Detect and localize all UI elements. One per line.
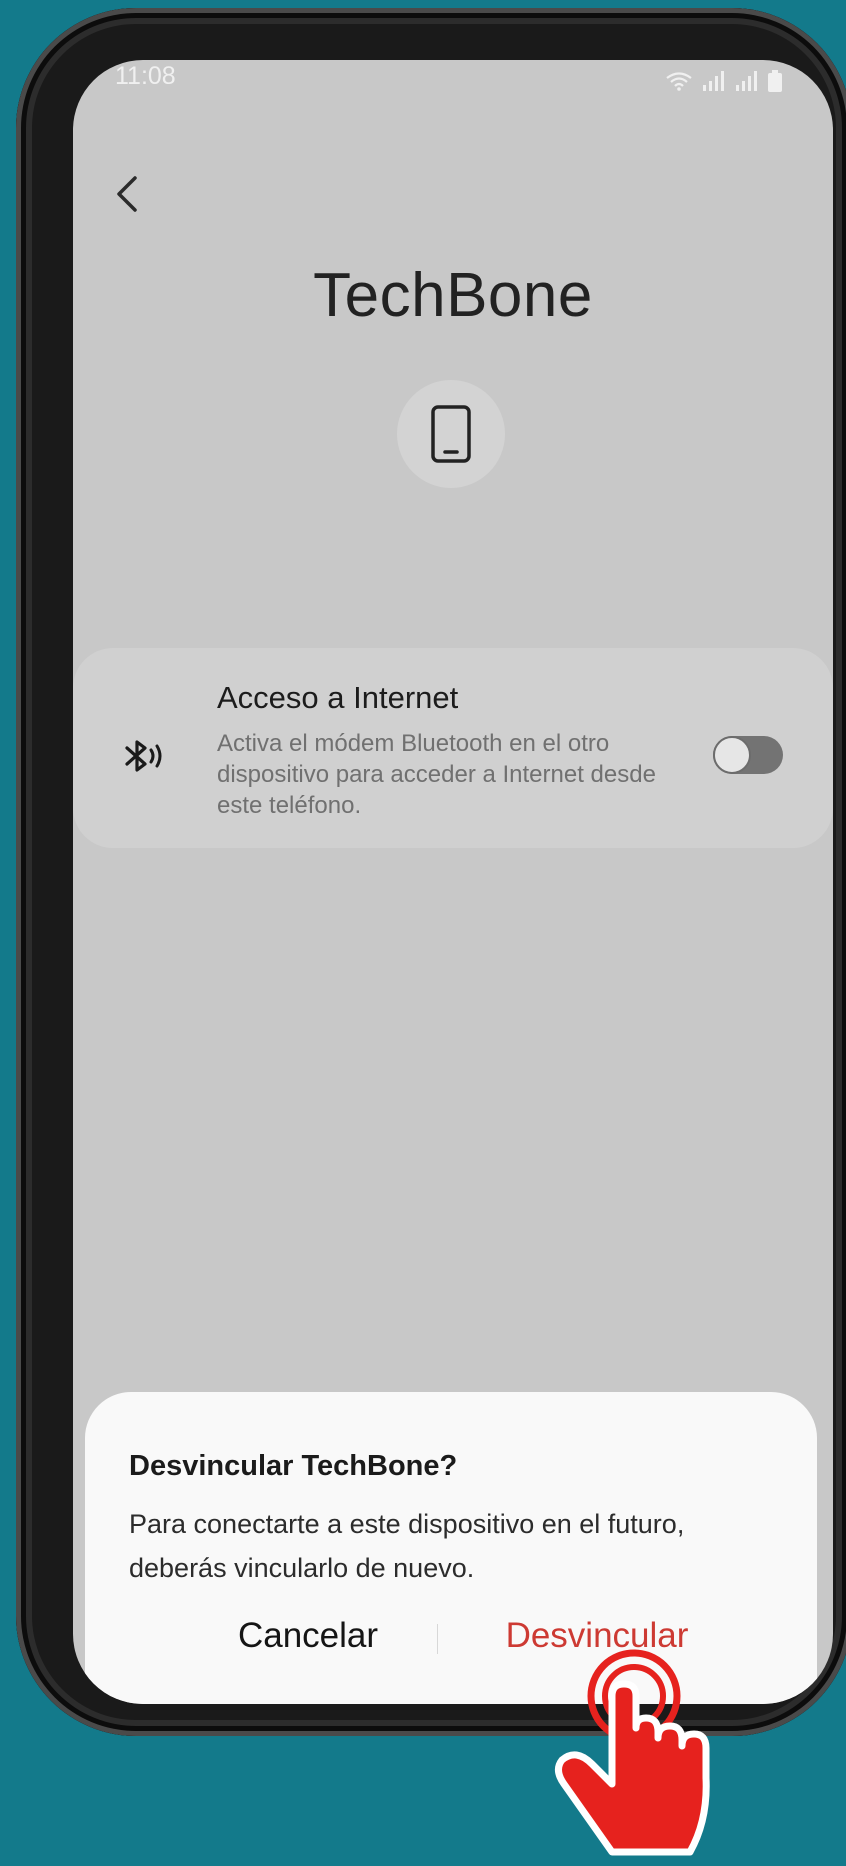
signal-icon xyxy=(703,71,724,91)
wifi-icon xyxy=(666,72,692,91)
back-button[interactable] xyxy=(101,164,161,224)
device-avatar xyxy=(397,380,505,488)
internet-access-toggle[interactable] xyxy=(713,736,783,774)
battery-icon xyxy=(768,70,782,92)
page-title: TechBone xyxy=(313,261,593,330)
dialog-message: Para conectarte a este dispositivo en el… xyxy=(129,1509,685,1583)
phone-screen: 11:08 TechBone Acceso a Internet Activa … xyxy=(73,60,833,1704)
button-divider xyxy=(437,1624,438,1654)
smartphone-icon xyxy=(431,405,471,463)
tap-pointer-icon xyxy=(555,1649,710,1856)
status-icons xyxy=(666,70,783,92)
internet-access-setting[interactable]: Acceso a Internet Activa el módem Blueto… xyxy=(73,648,833,848)
status-time: 11:08 xyxy=(115,62,176,90)
setting-description: Activa el módem Bluetooth en el otro dis… xyxy=(217,730,656,819)
bluetooth-tethering-icon xyxy=(125,740,162,772)
phone-frame: 11:08 TechBone Acceso a Internet Activa … xyxy=(16,8,846,1736)
signal-icon xyxy=(736,71,757,91)
cancel-button[interactable]: Cancelar xyxy=(203,1616,413,1656)
setting-title: Acceso a Internet xyxy=(217,680,459,715)
status-bar: 11:08 xyxy=(73,60,833,100)
chevron-left-icon xyxy=(117,176,137,212)
toggle-knob xyxy=(713,736,751,774)
dialog-title: Desvincular TechBone? xyxy=(129,1450,458,1482)
